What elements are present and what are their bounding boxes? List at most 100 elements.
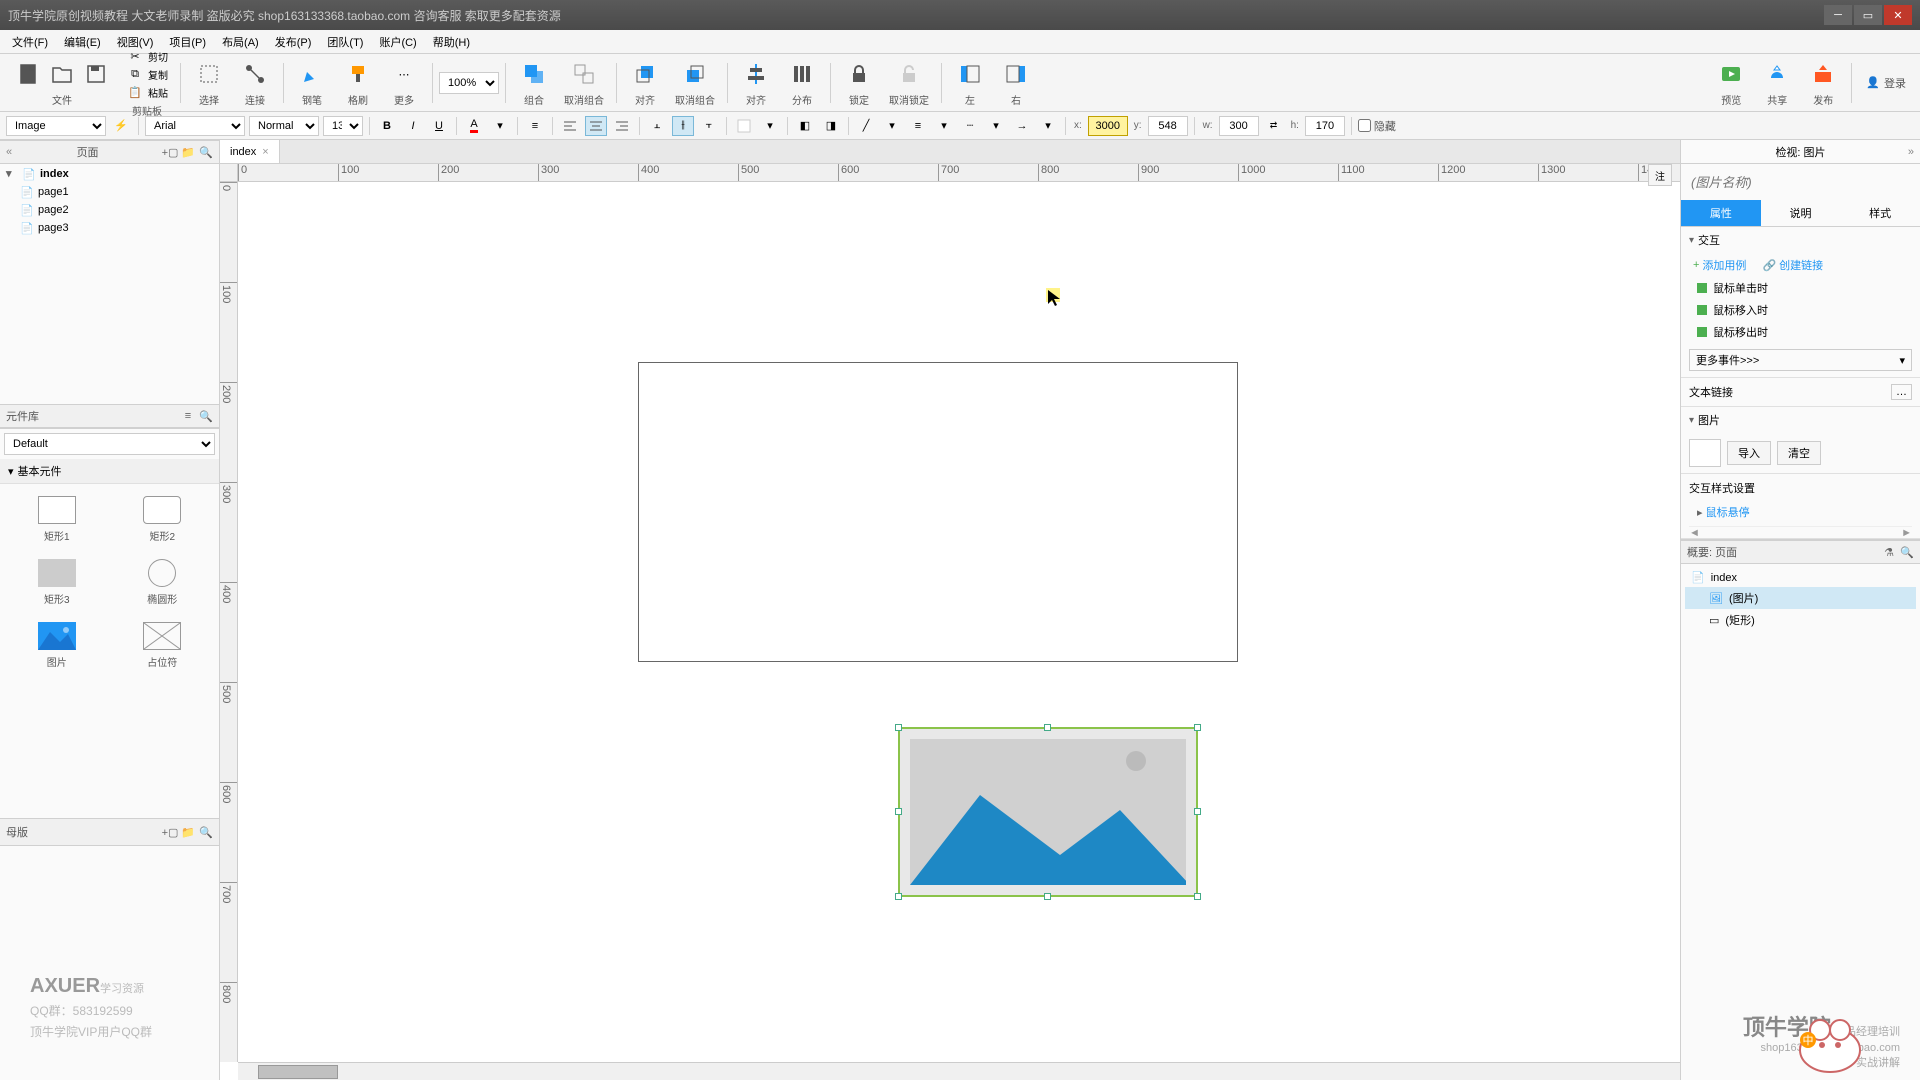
more-text-button[interactable]: ▾ — [489, 116, 511, 136]
vertical-ruler[interactable]: 0100200300400500600700800900 — [220, 182, 238, 1062]
tree-collapse-icon[interactable]: ▾ — [6, 167, 16, 180]
bring-front-icon[interactable] — [629, 58, 661, 90]
new-file-icon[interactable] — [12, 58, 44, 90]
tab-properties[interactable]: 属性 — [1681, 200, 1761, 226]
tab-notes[interactable]: 说明 — [1761, 200, 1841, 226]
widget-rect1[interactable]: 矩形1 — [8, 492, 106, 547]
widget-ellipse[interactable]: 椭圆形 — [114, 555, 212, 610]
font-weight-select[interactable]: Normal — [249, 116, 319, 136]
filter-outline-icon[interactable]: ⚗ — [1882, 545, 1896, 559]
search-outline-icon[interactable]: 🔍 — [1900, 545, 1914, 559]
publish-icon[interactable] — [1807, 58, 1839, 90]
valign-middle-button[interactable]: ⫲ — [672, 116, 694, 136]
add-page-icon[interactable]: +▢ — [163, 145, 177, 159]
more-events-dropdown[interactable]: 更多事件>>>▾ — [1689, 349, 1912, 371]
search-libs-icon[interactable]: 🔍 — [199, 409, 213, 423]
send-back-icon[interactable] — [679, 58, 711, 90]
widget-name-input[interactable] — [1687, 170, 1914, 194]
add-master-folder-icon[interactable]: 📁 — [181, 825, 195, 839]
login-button[interactable]: 👤 登录 — [1858, 71, 1914, 95]
search-pages-icon[interactable]: 🔍 — [199, 145, 213, 159]
canvas-tab[interactable]: index × — [220, 140, 280, 163]
hidden-checkbox[interactable]: 隐藏 — [1358, 118, 1396, 134]
event-onmouseleave[interactable]: 鼠标移出时 — [1681, 321, 1920, 343]
close-button[interactable]: ✕ — [1884, 5, 1912, 25]
minimize-button[interactable]: ─ — [1824, 5, 1852, 25]
bullets-button[interactable]: ≡ — [524, 116, 546, 136]
cut-icon[interactable]: ✂ — [126, 47, 144, 65]
outline-image-item[interactable]: 🖼(图片) — [1685, 587, 1916, 609]
lock-aspect-icon[interactable]: ⇄ — [1263, 116, 1285, 136]
library-select[interactable]: Default — [4, 433, 215, 455]
outline-root-item[interactable]: 📄index — [1685, 568, 1916, 587]
clear-image-button[interactable]: 清空 — [1777, 441, 1821, 465]
format-painter-icon[interactable] — [342, 58, 374, 90]
page-note-button[interactable]: 注 — [1648, 164, 1672, 186]
outline-rect-item[interactable]: ▭(矩形) — [1685, 609, 1916, 631]
valign-bottom-button[interactable]: ⫟ — [698, 116, 720, 136]
connect-tool-icon[interactable] — [239, 58, 271, 90]
text-color-button[interactable]: A — [463, 116, 485, 136]
close-tab-icon[interactable]: × — [262, 146, 268, 158]
line-width-dropdown[interactable]: ▾ — [933, 116, 955, 136]
align-center-button[interactable] — [585, 116, 607, 136]
horizontal-scrollbar[interactable] — [238, 1062, 1680, 1080]
collapse-right-icon[interactable]: » — [1908, 146, 1914, 158]
canvas-viewport[interactable] — [238, 182, 1680, 1062]
widget-image[interactable]: 图片 — [8, 618, 106, 673]
create-link-link[interactable]: 🔗创建链接 — [1762, 257, 1823, 273]
line-style-dropdown[interactable]: ▾ — [985, 116, 1007, 136]
panel-left-icon[interactable] — [954, 58, 986, 90]
ungroup-icon[interactable] — [568, 58, 600, 90]
lock-icon[interactable] — [843, 58, 875, 90]
widget-type-select[interactable]: Image — [6, 116, 106, 136]
valign-top-button[interactable]: ⫠ — [646, 116, 668, 136]
canvas-image-widget[interactable] — [898, 727, 1198, 897]
horizontal-ruler[interactable]: 0100200300400500600700800900100011001200… — [238, 164, 1680, 182]
page-item[interactable]: 📄page3 — [0, 219, 219, 237]
unlock-icon[interactable] — [893, 58, 925, 90]
open-file-icon[interactable] — [46, 58, 78, 90]
preview-icon[interactable] — [1715, 58, 1747, 90]
panel-right-icon[interactable] — [1000, 58, 1032, 90]
widget-placeholder[interactable]: 占位符 — [114, 618, 212, 673]
h-input[interactable] — [1305, 116, 1345, 136]
line-width-button[interactable]: ≡ — [907, 116, 929, 136]
event-onmouseenter[interactable]: 鼠标移入时 — [1681, 299, 1920, 321]
hover-style-link[interactable]: ▸ 鼠标悬停 — [1681, 502, 1920, 522]
maximize-button[interactable]: ▭ — [1854, 5, 1882, 25]
text-link-edit-icon[interactable]: … — [1891, 384, 1912, 400]
libs-menu-icon[interactable]: ≡ — [181, 409, 195, 423]
font-size-select[interactable]: 13 — [323, 116, 363, 136]
x-input[interactable] — [1088, 116, 1128, 136]
share-icon[interactable] — [1761, 58, 1793, 90]
fill-color-button[interactable] — [733, 116, 755, 136]
underline-button[interactable]: U — [428, 116, 450, 136]
import-image-button[interactable]: 导入 — [1727, 441, 1771, 465]
widget-rect3[interactable]: 矩形3 — [8, 555, 106, 610]
collapse-left-icon[interactable]: « — [6, 146, 12, 158]
align-right-button[interactable] — [611, 116, 633, 136]
y-input[interactable] — [1148, 116, 1188, 136]
copy-icon[interactable]: ⧉ — [126, 65, 144, 83]
add-folder-icon[interactable]: 📁 — [181, 145, 195, 159]
widget-rect2[interactable]: 矩形2 — [114, 492, 212, 547]
interactions-section-header[interactable]: ▾交互 — [1681, 227, 1920, 253]
group-icon[interactable] — [518, 58, 550, 90]
align-tool-icon[interactable] — [740, 58, 772, 90]
paste-icon[interactable]: 📋 — [126, 83, 144, 101]
search-masters-icon[interactable]: 🔍 — [199, 825, 213, 839]
pen-tool-icon[interactable] — [296, 58, 328, 90]
italic-button[interactable]: I — [402, 116, 424, 136]
library-category[interactable]: ▾基本元件 — [0, 459, 219, 484]
line-style-button[interactable]: ┄ — [959, 116, 981, 136]
page-item[interactable]: 📄page2 — [0, 201, 219, 219]
bold-button[interactable]: B — [376, 116, 398, 136]
line-dropdown-button[interactable]: ▾ — [881, 116, 903, 136]
distribute-tool-icon[interactable] — [786, 58, 818, 90]
page-item[interactable]: 📄page1 — [0, 183, 219, 201]
canvas-rectangle-widget[interactable] — [638, 362, 1238, 662]
inner-shadow-button[interactable]: ◨ — [820, 116, 842, 136]
tab-style[interactable]: 样式 — [1840, 200, 1920, 226]
page-root-item[interactable]: ▾ 📄 index — [0, 164, 219, 183]
